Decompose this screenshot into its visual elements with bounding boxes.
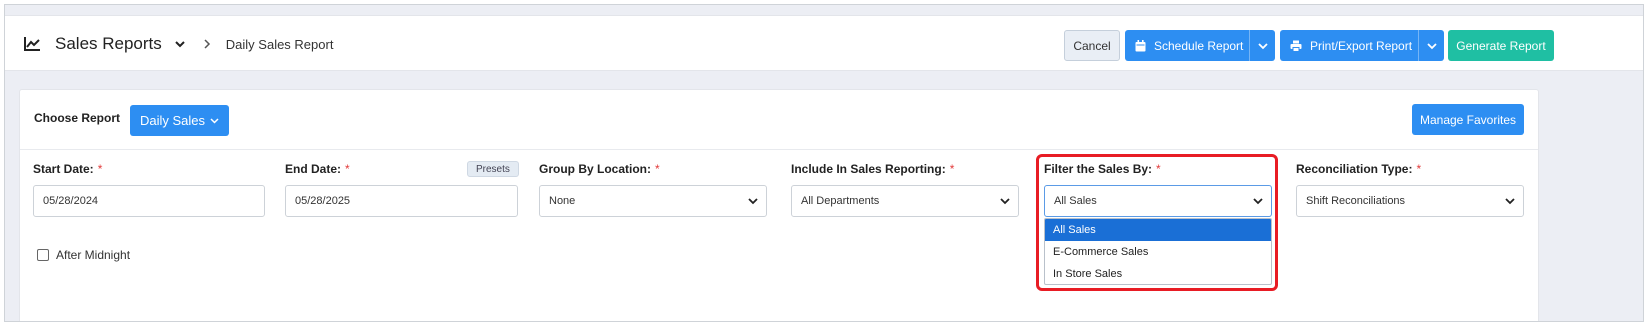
include-label: Include In Sales Reporting: * [791,162,954,176]
printer-icon [1290,40,1302,52]
end-date-field: End Date: * Presets 05/28/2025 [285,161,519,217]
chart-line-icon [24,37,40,51]
group-by-field: Group By Location: * None [539,162,767,217]
required-marker: * [949,162,955,176]
caret-down-icon [1426,42,1437,49]
reconciliation-field: Reconciliation Type: * Shift Reconciliat… [1296,162,1524,217]
report-type-label: Daily Sales [139,113,206,128]
start-date-field: Start Date: * 05/28/2024 [33,162,265,217]
report-type-dropdown[interactable]: Daily Sales [130,105,229,136]
include-label-text: Include In Sales Reporting: [791,162,946,176]
top-bar: Sales Reports Daily Sales Report Cancel … [5,15,1643,72]
manage-favorites-label: Manage Favorites [1419,112,1517,127]
reconciliation-label: Reconciliation Type: * [1296,162,1421,176]
reconciliation-label-text: Reconciliation Type: [1296,162,1413,176]
choose-report-label: Choose Report [34,111,121,125]
presets-button[interactable]: Presets [467,161,519,177]
schedule-report-caret[interactable] [1249,30,1275,61]
end-date-value: 05/28/2025 [295,195,351,207]
generate-report-label: Generate Report [1456,38,1546,53]
schedule-report-label: Schedule Report [1154,38,1244,53]
title-group: Sales Reports Daily Sales Report [23,16,333,72]
include-value: All Departments [801,195,880,207]
panel-header: Choose Report Daily Sales Manage Favorit… [20,90,1538,150]
print-export-button[interactable]: Print/Export Report [1280,30,1444,61]
breadcrumb: Daily Sales Report [225,36,334,52]
required-marker: * [655,162,660,176]
group-by-label: Group By Location: * [539,162,660,176]
print-export-caret[interactable] [1418,30,1444,61]
required-marker: * [97,162,103,176]
end-date-input[interactable]: 05/28/2025 [285,185,518,217]
start-date-input[interactable]: 05/28/2024 [33,185,265,217]
required-marker: * [1416,162,1422,176]
reconciliation-value: Shift Reconciliations [1306,195,1406,207]
start-date-label: Start Date: * [33,162,102,176]
print-export-main[interactable]: Print/Export Report [1280,30,1418,61]
start-date-value: 05/28/2024 [43,195,99,207]
include-select[interactable]: All Departments [791,185,1019,217]
chevron-down-icon[interactable] [174,38,186,50]
app-title: Sales Reports [55,34,162,53]
after-midnight-checkbox[interactable] [37,249,49,261]
caret-down-icon [1257,42,1268,49]
cancel-button-label: Cancel [1073,38,1111,53]
chevron-down-icon [1505,198,1515,205]
include-field: Include In Sales Reporting: * All Depart… [791,162,1019,217]
generate-report-button[interactable]: Generate Report [1448,30,1554,61]
after-midnight-label: After Midnight [56,248,131,262]
app-frame: Sales Reports Daily Sales Report Cancel … [4,4,1644,322]
reconciliation-select[interactable]: Shift Reconciliations [1296,185,1524,217]
schedule-report-button[interactable]: Schedule Report [1125,30,1275,61]
manage-favorites-button[interactable]: Manage Favorites [1412,104,1524,135]
presets-label: Presets [476,163,510,175]
start-date-label-text: Start Date: [33,162,94,176]
end-date-label-text: End Date: [285,162,342,176]
calendar-icon [1135,39,1146,51]
cancel-button[interactable]: Cancel [1064,30,1120,61]
after-midnight-option[interactable]: After Midnight [37,248,130,262]
chevron-right-icon [204,39,210,49]
chevron-down-icon [1000,198,1010,205]
print-export-label: Print/Export Report [1310,38,1413,53]
group-by-value: None [549,195,576,207]
highlight-outline [1036,154,1278,291]
chevron-down-icon [210,118,219,124]
chevron-down-icon [748,198,758,205]
required-marker: * [345,162,350,176]
end-date-label: End Date: * [285,162,350,176]
group-by-label-text: Group By Location: [539,162,651,176]
schedule-report-main[interactable]: Schedule Report [1125,30,1249,61]
report-panel: Choose Report Daily Sales Manage Favorit… [19,89,1539,321]
group-by-select[interactable]: None [539,185,767,217]
